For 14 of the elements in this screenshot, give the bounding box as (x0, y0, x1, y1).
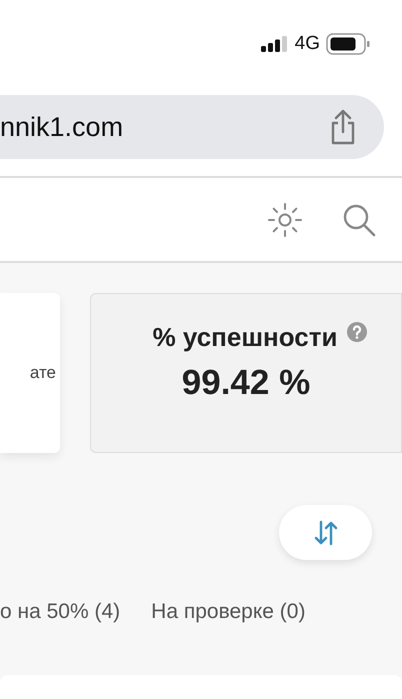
filter-tab[interactable]: о на 50% (4) (0, 600, 120, 627)
stat-value: 99.42 % (182, 363, 310, 403)
signal-icon (260, 36, 287, 52)
filter-tab[interactable]: На проверке (0) (151, 600, 306, 627)
address-bar[interactable]: nnik1.com (0, 95, 384, 159)
stat-title: % успешности (152, 322, 338, 353)
url-text: nnik1.com (0, 112, 124, 142)
search-icon[interactable] (342, 202, 376, 236)
sun-icon[interactable] (268, 202, 302, 236)
sort-icon (314, 520, 338, 546)
battery-icon (326, 33, 372, 55)
card-text: ате (30, 363, 56, 383)
help-icon[interactable] (347, 322, 368, 342)
network-label: 4G (294, 33, 320, 55)
